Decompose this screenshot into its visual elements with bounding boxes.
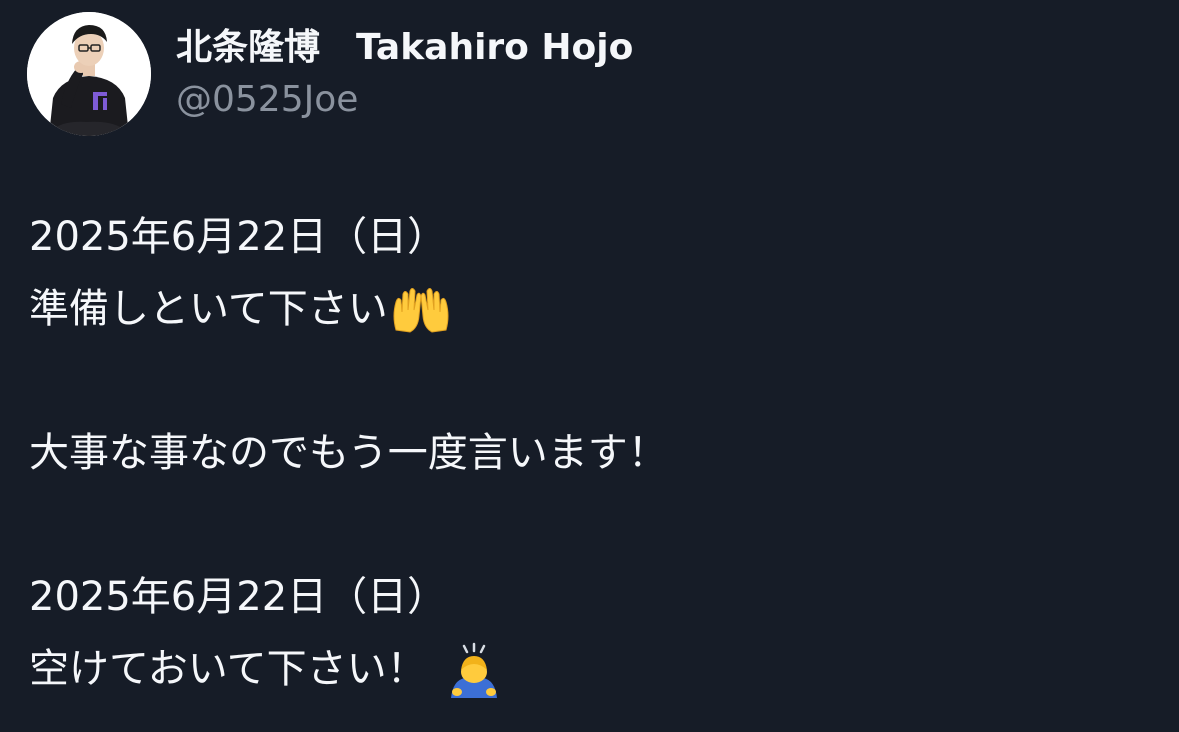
- person-bowing-icon: [445, 642, 503, 700]
- tweet-text: 大事な事なのでもう一度言います！: [29, 430, 668, 476]
- tweet-text: 準備しといて下さい: [29, 286, 388, 332]
- tweet-text-line: 準備しといて下さい: [29, 281, 452, 337]
- tweet-card: 北条隆博 Takahiro Hojo @0525Joe 2025年6月22日（日…: [0, 0, 1179, 732]
- avatar[interactable]: [27, 12, 151, 136]
- tweet-text-line: 空けておいて下さい！: [29, 641, 503, 700]
- tweet-text-line: 2025年6月22日（日）: [29, 569, 447, 625]
- avatar-image: [27, 12, 151, 136]
- palms-up-together-icon: [390, 286, 452, 336]
- tweet-text: 2025年6月22日（日）: [29, 214, 448, 260]
- tweet-text-line: 大事な事なのでもう一度言います！: [29, 425, 668, 481]
- display-name[interactable]: 北条隆博 Takahiro Hojo: [176, 24, 633, 72]
- user-handle[interactable]: @0525Joe: [176, 76, 358, 124]
- tweet-text: 空けておいて下さい！: [29, 646, 427, 692]
- tweet-text: 2025年6月22日（日）: [29, 574, 448, 620]
- tweet-text-line: 2025年6月22日（日）: [29, 209, 447, 265]
